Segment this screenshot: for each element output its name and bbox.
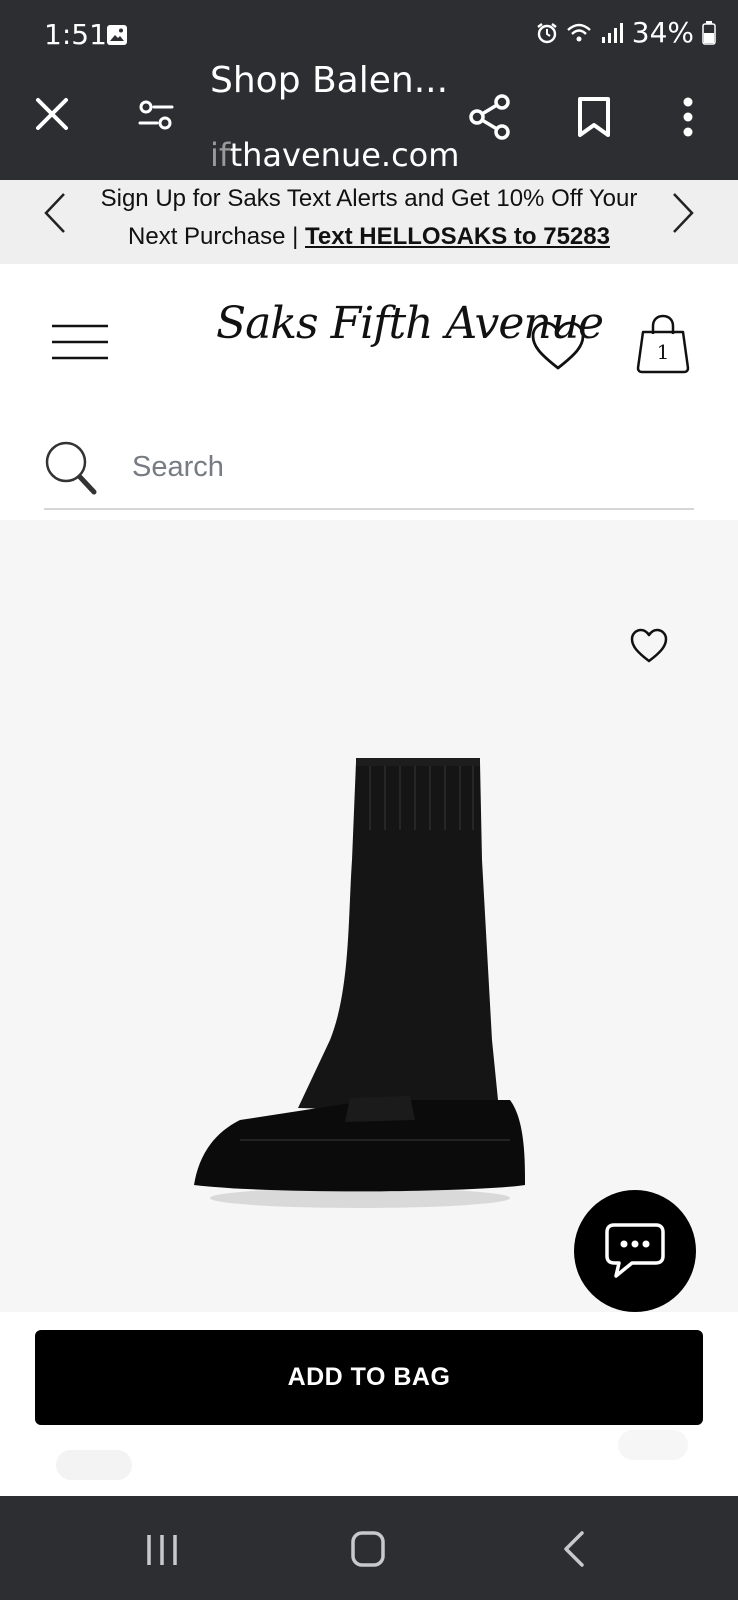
page-title: Shop Balen... (210, 60, 449, 101)
status-time: 1:51 (44, 18, 107, 51)
system-navigation-bar (0, 1496, 738, 1600)
status-icons: 34% (536, 16, 716, 49)
signal-icon (601, 22, 623, 43)
more-vert-icon[interactable] (676, 96, 700, 138)
chevron-left-icon[interactable] (40, 190, 70, 236)
promo-sms-link[interactable]: Text HELLOSAKS to 75283 (305, 223, 610, 250)
promo-line-2-prefix: Next Purchase | (128, 223, 305, 250)
page-url-faded: if (210, 136, 230, 174)
promo-line-1: Sign Up for Saks Text Alerts and Get 10%… (100, 185, 638, 212)
product-gallery[interactable] (0, 520, 738, 1312)
add-to-bag-bar: ADD TO BAG (0, 1312, 738, 1496)
search-icon[interactable] (44, 440, 98, 496)
promo-line-2: Next Purchase | Text HELLOSAKS to 75283 (80, 218, 658, 256)
bookmark-icon[interactable] (576, 96, 612, 138)
battery-icon (702, 20, 716, 45)
close-icon[interactable] (30, 92, 74, 136)
site-header: Saks Fifth Avenue 1 (0, 264, 738, 520)
wifi-icon (566, 23, 591, 41)
hamburger-menu-icon[interactable] (52, 324, 110, 360)
chevron-right-icon[interactable] (668, 190, 698, 236)
product-wishlist-heart-icon[interactable] (630, 628, 668, 664)
page-url: ifthavenue.com (210, 136, 459, 174)
faded-element-left (56, 1450, 132, 1480)
add-to-bag-button[interactable]: ADD TO BAG (35, 1330, 703, 1425)
back-icon[interactable] (562, 1530, 586, 1568)
chat-bubble-icon (605, 1223, 665, 1278)
faded-element-right (618, 1430, 688, 1460)
share-icon[interactable] (468, 94, 512, 140)
browser-top-chrome: 1:51 34% Shop Balen... ifthavenue.com (0, 0, 738, 180)
gallery-icon (107, 25, 127, 45)
bag-count-badge: 1 (656, 340, 670, 364)
battery-percent: 34% (631, 16, 694, 49)
wishlist-heart-icon[interactable] (530, 320, 586, 372)
recent-apps-icon[interactable] (144, 1532, 180, 1568)
home-icon[interactable] (350, 1530, 386, 1568)
search-input[interactable] (132, 444, 692, 490)
page-url-domain: thavenue.com (229, 136, 460, 174)
search-underline (44, 508, 694, 510)
promo-banner: Sign Up for Saks Text Alerts and Get 10%… (0, 180, 738, 264)
page-settings-icon[interactable] (136, 96, 176, 136)
alarm-icon (537, 22, 557, 43)
promo-message: Sign Up for Saks Text Alerts and Get 10%… (80, 180, 658, 256)
product-image-black-sock-sneaker (194, 758, 525, 1208)
chat-button[interactable] (574, 1190, 696, 1312)
